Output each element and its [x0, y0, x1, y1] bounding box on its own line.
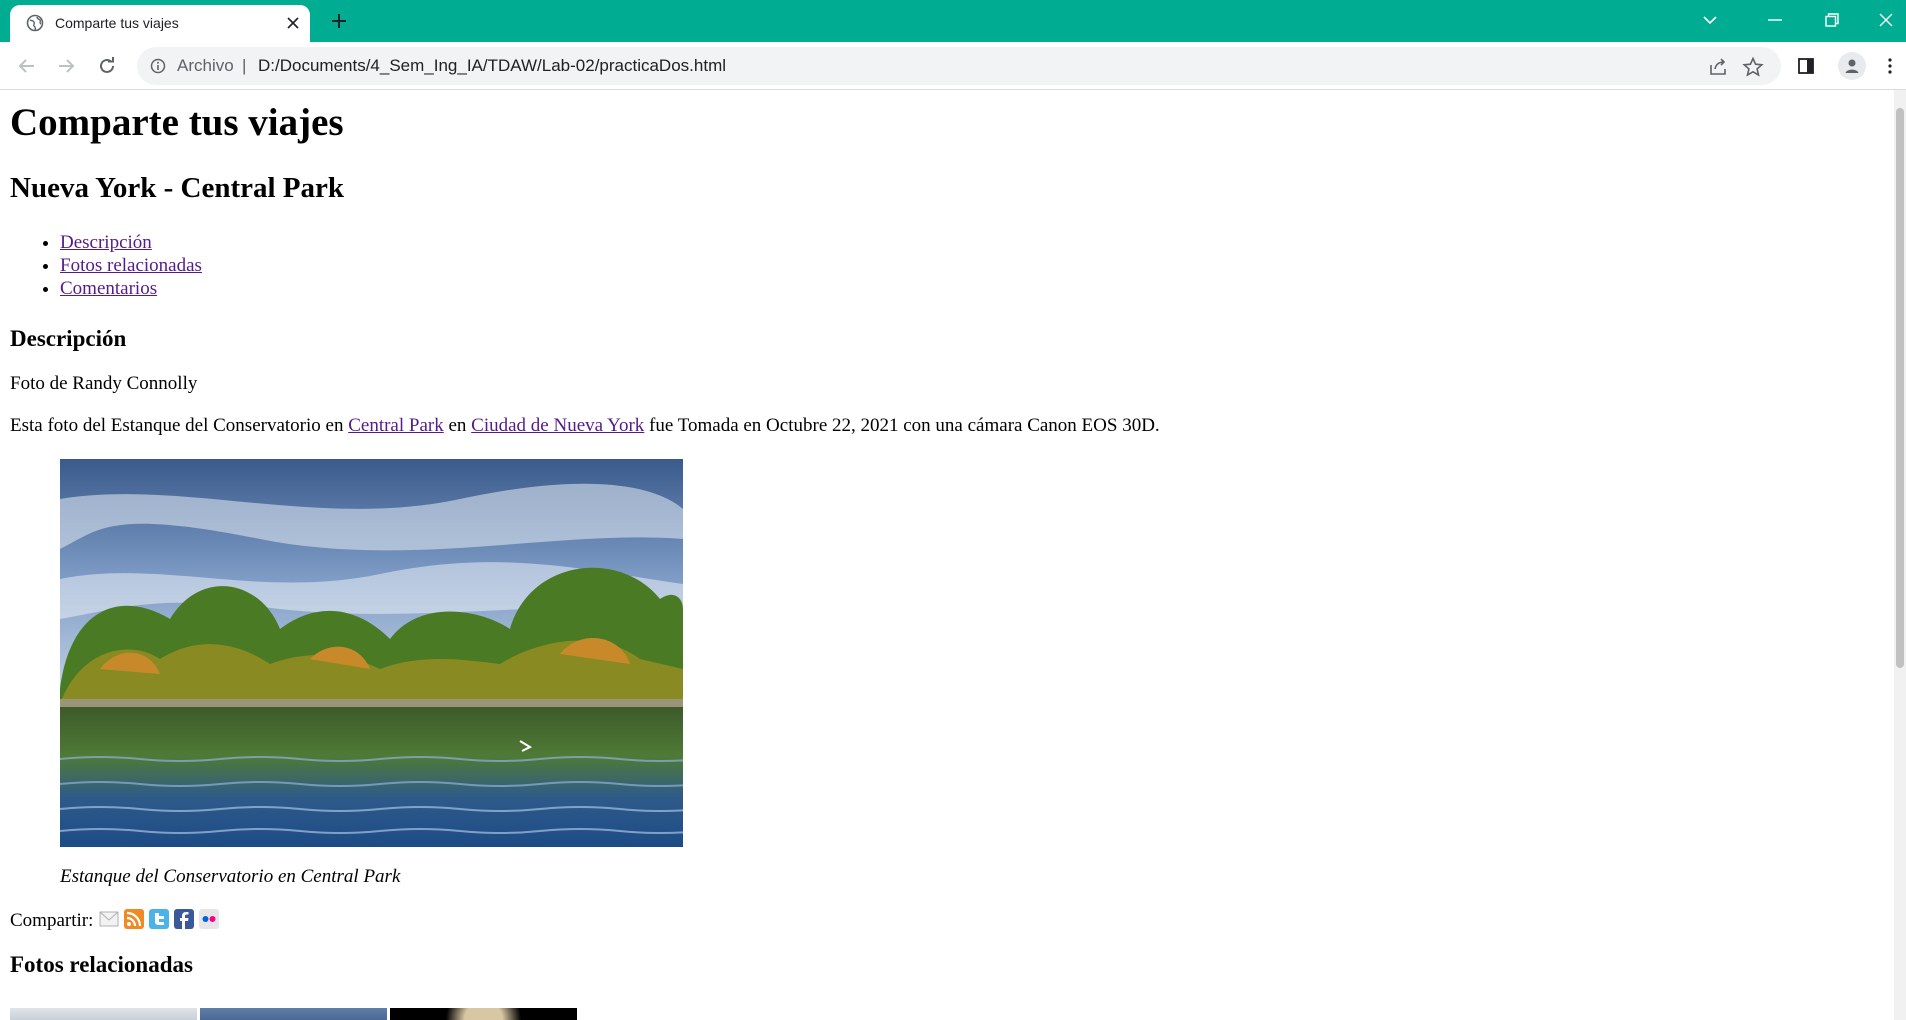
related-photos-thumbnails: [10, 1008, 577, 1020]
table-of-contents: Descripción Fotos relacionadas Comentari…: [10, 231, 202, 300]
share-icons: [99, 909, 220, 929]
address-separator: |: [242, 56, 247, 75]
nyc-link[interactable]: Ciudad de Nueva York: [471, 415, 644, 436]
desc-middle: en: [443, 415, 472, 436]
globe-icon: [26, 14, 44, 32]
related-photo-thumbnail[interactable]: [200, 1008, 387, 1020]
bookmark-star-icon[interactable]: [1742, 56, 1764, 78]
toc-item: Descripción: [60, 231, 202, 254]
toc-link-comentarios[interactable]: Comentarios: [60, 278, 157, 299]
page-title: Comparte tus viajes: [10, 101, 344, 144]
photo-author: Foto de Randy Connolly: [10, 373, 198, 394]
page-subtitle: Nueva York - Central Park: [10, 172, 344, 204]
flickr-icon[interactable]: [199, 909, 220, 929]
related-photos-heading: Fotos relacionadas: [10, 952, 193, 977]
photo-caption: Estanque del Conservatorio en Central Pa…: [60, 866, 401, 887]
scrollbar-thumb[interactable]: [1896, 108, 1904, 668]
browser-tab[interactable]: Comparte tus viajes: [10, 5, 310, 42]
description-heading: Descripción: [10, 326, 127, 351]
back-arrow-icon[interactable]: [12, 51, 42, 81]
twitter-icon[interactable]: [149, 909, 170, 929]
rss-icon[interactable]: [124, 909, 145, 929]
new-tab-icon[interactable]: [327, 9, 351, 33]
toc-item: Comentarios: [60, 277, 202, 300]
toc-link-descripcion[interactable]: Descripción: [60, 232, 152, 253]
facebook-icon[interactable]: [174, 909, 195, 929]
vertical-scrollbar[interactable]: [1894, 90, 1906, 1020]
minimize-icon[interactable]: [1755, 5, 1795, 35]
site-info-icon[interactable]: [150, 58, 166, 74]
tab-strip: Comparte tus viajes: [0, 0, 1906, 42]
page-content: Comparte tus viajes Nueva York - Central…: [10, 90, 1890, 1020]
related-photo-thumbnail[interactable]: [390, 1008, 577, 1020]
desc-prefix: Esta foto del Estanque del Conservatorio…: [10, 415, 349, 436]
share-row: Compartir:: [10, 909, 220, 932]
toc-item: Fotos relacionadas: [60, 254, 202, 277]
side-panel-icon[interactable]: [1791, 51, 1821, 81]
share-icon[interactable]: [1707, 56, 1729, 78]
toc-link-fotos[interactable]: Fotos relacionadas: [60, 255, 202, 276]
address-bar[interactable]: Archivo | D:/Documents/4_Sem_Ing_IA/TDAW…: [137, 47, 1781, 85]
tab-title: Comparte tus viajes: [55, 15, 179, 31]
share-label: Compartir:: [10, 910, 94, 931]
desc-suffix: fue Tomada en Octubre 22, 2021 con una c…: [644, 415, 1160, 436]
related-photo-thumbnail[interactable]: [10, 1008, 197, 1020]
address-scheme: Archivo: [177, 56, 234, 75]
profile-avatar-icon[interactable]: [1838, 52, 1866, 80]
restore-icon[interactable]: [1812, 5, 1852, 35]
reload-icon[interactable]: [92, 51, 122, 81]
address-url[interactable]: D:/Documents/4_Sem_Ing_IA/TDAW/Lab-02/pr…: [258, 56, 726, 76]
central-park-link[interactable]: Central Park: [348, 415, 444, 436]
close-window-icon[interactable]: [1866, 5, 1906, 35]
close-tab-icon[interactable]: [284, 14, 302, 32]
forward-arrow-icon[interactable]: [51, 51, 81, 81]
tab-search-chevron-icon[interactable]: [1690, 5, 1730, 35]
email-icon[interactable]: [99, 909, 119, 929]
menu-kebab-icon[interactable]: [1880, 51, 1900, 81]
photo-description: Esta foto del Estanque del Conservatorio…: [10, 415, 1160, 437]
central-park-photo: [60, 459, 683, 847]
browser-toolbar: Archivo | D:/Documents/4_Sem_Ing_IA/TDAW…: [0, 42, 1906, 90]
